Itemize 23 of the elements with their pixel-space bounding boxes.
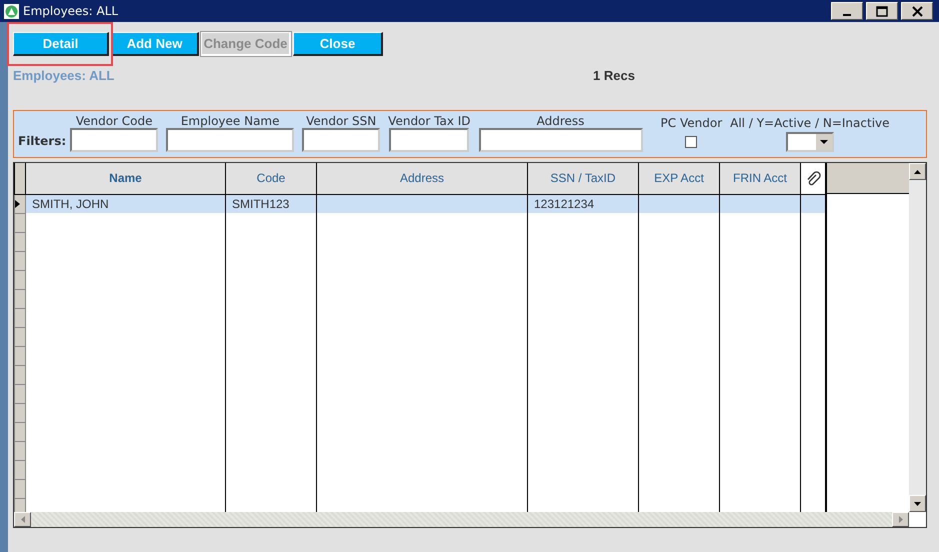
field-label: Vendor Tax ID <box>388 114 471 128</box>
column-header[interactable]: EXP Acct <box>638 163 720 194</box>
filters-label: Filters: <box>18 133 66 150</box>
column-header[interactable]: SSN / TaxID <box>528 163 638 194</box>
field-label: PC Vendor <box>660 116 722 130</box>
field-label: All / Y=Active / N=Inactive <box>730 116 890 130</box>
record-count: 1 Recs <box>593 67 635 86</box>
column-header[interactable]: FRIN Acct <box>720 163 800 194</box>
column-header[interactable]: Name <box>26 163 226 194</box>
field-label: Address <box>536 114 584 128</box>
toolbar-button[interactable]: Detail <box>13 32 109 56</box>
toolbar-button[interactable]: Close <box>293 32 383 56</box>
field-label: Vendor Code <box>76 114 153 128</box>
table-cell: SMITH, JOHN <box>26 194 226 213</box>
column-header[interactable]: Address <box>316 163 528 194</box>
field-label: Employee Name <box>180 114 280 128</box>
field-label: Vendor SSN <box>306 114 376 128</box>
column-header[interactable]: Code <box>226 163 316 194</box>
table-cell: SMITH123 <box>226 194 316 213</box>
table-cell: 123121234 <box>528 194 638 213</box>
page-heading: Employees: ALL <box>13 67 116 86</box>
toolbar-button[interactable]: Add New <box>111 32 199 56</box>
window-title: Employees: ALL <box>23 3 118 20</box>
